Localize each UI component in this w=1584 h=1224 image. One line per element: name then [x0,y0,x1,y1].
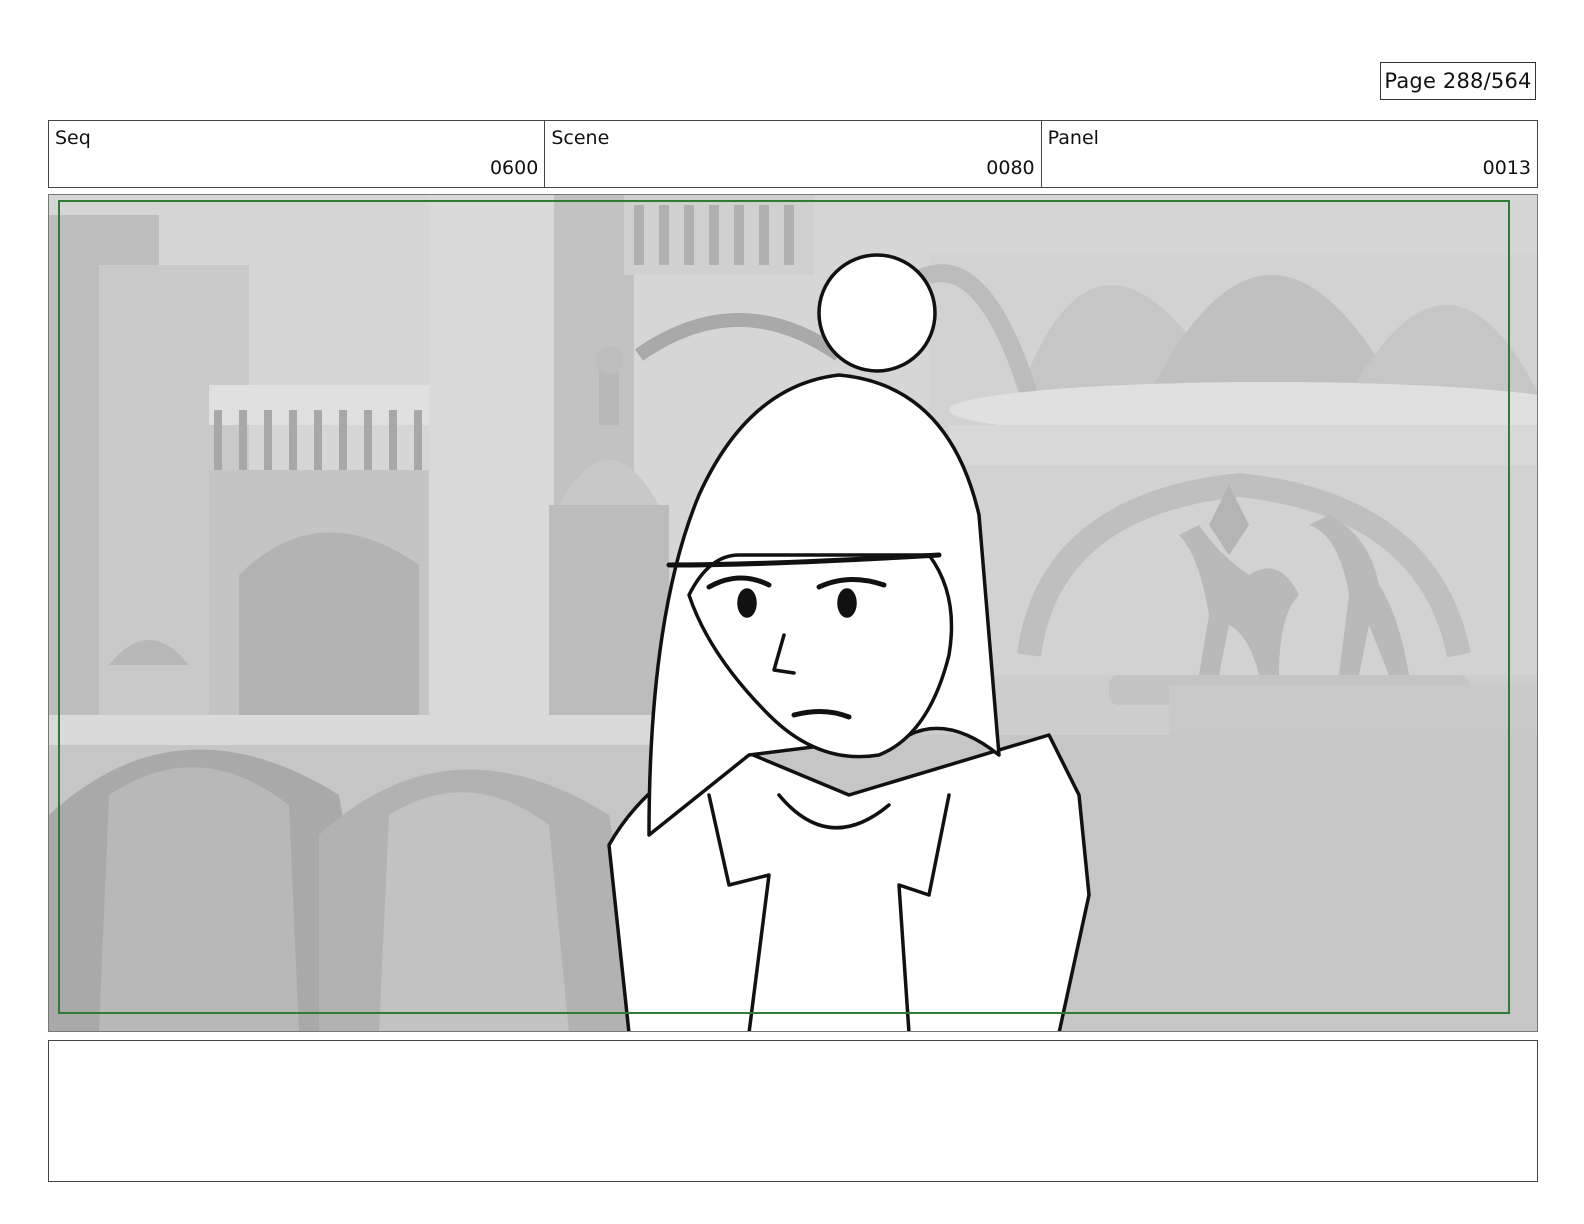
balcony-railing [214,410,422,470]
storyboard-header: Seq 0600 Scene 0080 Panel 0013 [48,120,1538,188]
scene-cell: Scene 0080 [545,121,1042,187]
panel-value: 0013 [1482,157,1531,179]
scene-value: 0080 [986,157,1035,179]
seq-value: 0600 [489,157,539,179]
storyboard-panel-image [48,194,1538,1032]
panel-notes-box [48,1040,1538,1182]
seq-label: Seq [55,127,91,149]
panel-cell: Panel 0013 [1042,121,1537,187]
panel-label: Panel [1047,127,1099,149]
panel-drawing [49,195,1537,1031]
scene-label: Scene [551,127,610,149]
seq-cell: Seq 0600 [49,121,546,187]
page-number: Page 288/564 [1380,62,1536,100]
